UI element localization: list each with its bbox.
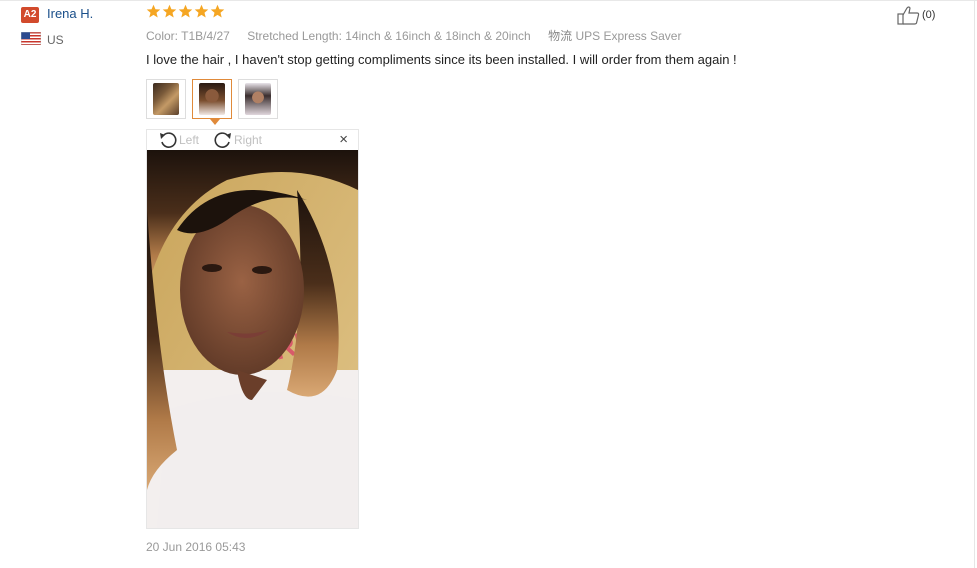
rating-stars <box>146 4 225 22</box>
helpful-count: (0) <box>922 9 936 21</box>
order-attributes: Color: T1B/4/27 Stretched Length: 14inch… <box>146 27 695 44</box>
shipping-value: UPS Express Saver <box>575 29 682 43</box>
thumbs-up-icon <box>897 6 920 25</box>
buyer-level-badge: A2 <box>21 7 39 23</box>
star-icon <box>210 4 225 18</box>
photo-viewer: Left Right × RE <box>146 129 359 529</box>
right-divider <box>974 0 975 568</box>
color-value: T1B/4/27 <box>181 29 230 43</box>
active-thumbnail-pointer <box>210 119 220 125</box>
rotate-right-label: Right <box>234 133 263 147</box>
buyer-name[interactable]: Irena H. <box>47 6 93 21</box>
helpful-button[interactable]: (0) <box>897 5 935 25</box>
star-icon <box>178 4 193 18</box>
review-photo: RE <box>147 150 358 528</box>
buyer-country: US <box>47 33 64 47</box>
rotate-right-icon <box>214 132 231 148</box>
color-label: Color: <box>146 29 179 43</box>
top-divider <box>0 0 977 1</box>
length-label: Stretched Length: <box>247 29 342 43</box>
thumbnail-hair-bundles[interactable] <box>146 79 186 119</box>
thumbnail-selfie-curly[interactable] <box>192 79 232 119</box>
review-text: I love the hair , I haven't stop getting… <box>146 52 737 67</box>
rotate-left-icon <box>160 132 177 148</box>
star-icon <box>194 4 209 18</box>
review-date: 20 Jun 2016 05:43 <box>146 540 246 554</box>
star-icon <box>162 4 177 18</box>
rotate-left-button[interactable]: Left <box>158 131 199 149</box>
shipping-label: 物流 <box>548 29 573 43</box>
viewer-toolbar: Left Right × <box>147 130 358 150</box>
close-viewer-button[interactable]: × <box>339 132 348 148</box>
length-value: 14inch & 16inch & 18inch & 20inch <box>345 29 531 43</box>
rotate-left-label: Left <box>179 133 200 147</box>
star-icon <box>146 4 161 18</box>
rotate-right-button[interactable]: Right <box>213 131 262 149</box>
us-flag-icon <box>21 32 41 45</box>
thumbnail-selfie-straight[interactable] <box>238 79 278 119</box>
photo-thumbnails <box>146 79 278 119</box>
